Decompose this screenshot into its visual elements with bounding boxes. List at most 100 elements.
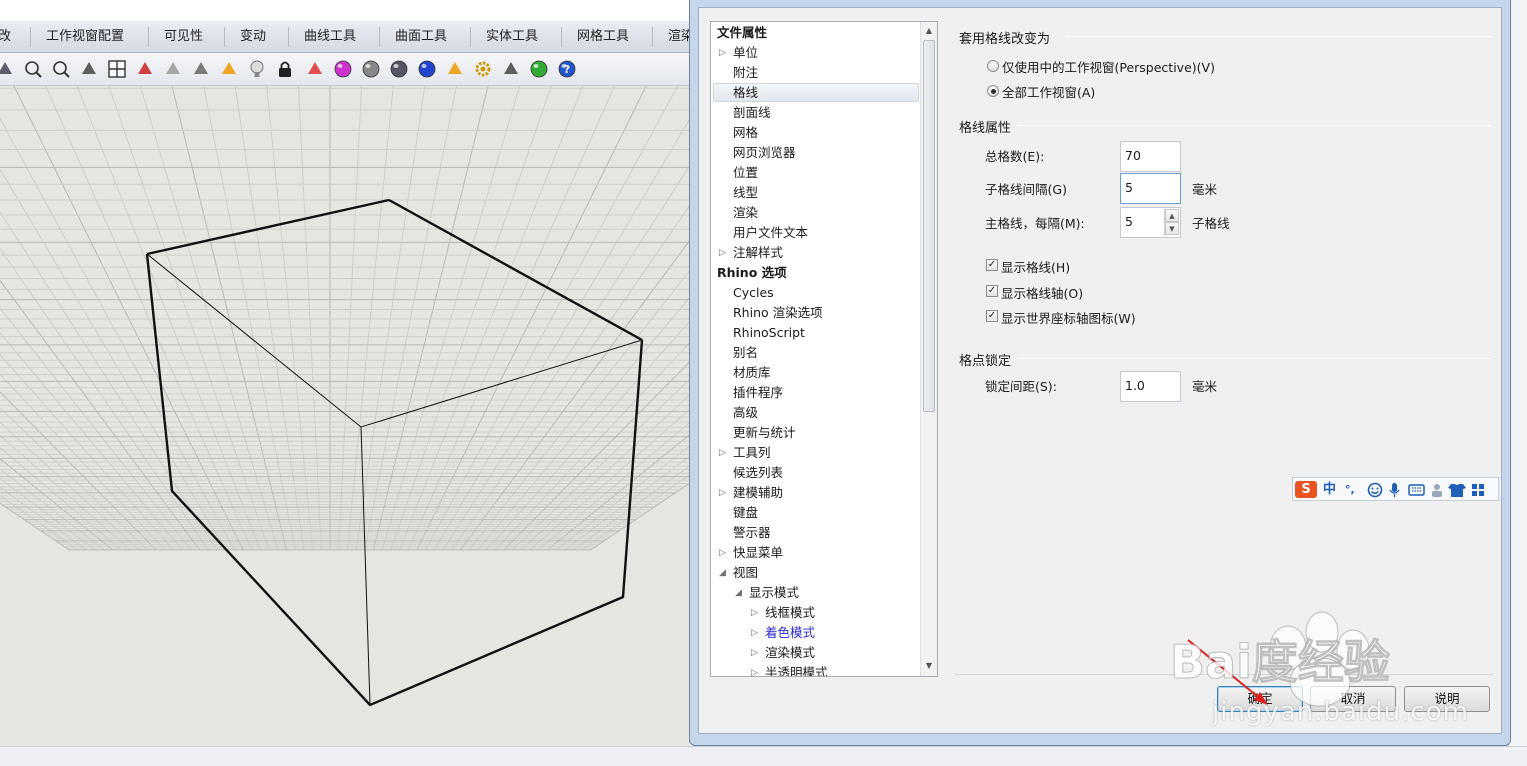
undo-view-icon[interactable] xyxy=(78,58,100,80)
tree-item[interactable]: 注解样式 xyxy=(733,243,783,263)
rotate-view-icon[interactable] xyxy=(0,58,16,80)
eraser-icon[interactable] xyxy=(162,58,184,80)
sparkle-icon[interactable] xyxy=(218,58,240,80)
tree-item[interactable]: 渲染模式 xyxy=(765,643,815,663)
tree-item[interactable]: 文件属性 xyxy=(717,23,767,43)
help-icon[interactable]: ? xyxy=(556,58,578,80)
tree-collapsed-icon[interactable]: ▷ xyxy=(719,243,726,263)
tree-item[interactable]: 插件程序 xyxy=(733,383,783,403)
tree-item[interactable]: 网页浏览器 xyxy=(733,143,796,163)
tree-item[interactable]: 线型 xyxy=(733,183,758,203)
grasshopper-icon[interactable] xyxy=(528,58,550,80)
tree-item[interactable]: Rhino 渲染选项 xyxy=(733,303,823,323)
minor-spacing-input[interactable]: 5 xyxy=(1120,173,1181,204)
tree-item[interactable]: 材质库 xyxy=(733,363,771,383)
tree-item[interactable]: Cycles xyxy=(733,283,774,303)
perspective-viewport[interactable] xyxy=(0,86,690,746)
skin-shirt-icon[interactable] xyxy=(1448,484,1466,497)
viewport-layout-icon[interactable] xyxy=(106,58,128,80)
sphere-wire-icon[interactable] xyxy=(360,58,382,80)
ime-toolbar[interactable]: S 中 °, xyxy=(1292,477,1499,501)
tree-expanded-icon[interactable]: ◢ xyxy=(719,563,726,583)
tree-scrollbar[interactable]: ▲ ▼ xyxy=(920,22,937,676)
snap-spacing-input[interactable]: 1.0 xyxy=(1120,371,1181,402)
tree-item[interactable]: 线框模式 xyxy=(765,603,815,623)
sphere-shaded-icon[interactable] xyxy=(388,58,410,80)
ime-mode-indicator[interactable]: 中 xyxy=(1323,481,1336,498)
tree-collapsed-icon[interactable]: ▷ xyxy=(751,663,758,676)
ime-punct-indicator[interactable]: °, xyxy=(1345,481,1355,498)
ribbon-tab[interactable]: 可见性 xyxy=(160,21,207,53)
tree-item[interactable]: RhinoScript xyxy=(733,323,805,343)
tree-item[interactable]: 着色模式 xyxy=(765,623,815,643)
tree-item[interactable]: 格线 xyxy=(733,83,758,103)
ribbon-tab[interactable]: 改 xyxy=(0,21,15,53)
ribbon-tab[interactable]: 曲面工具 xyxy=(391,21,451,53)
tree-collapsed-icon[interactable]: ▷ xyxy=(751,603,758,623)
zoom-extents-icon[interactable] xyxy=(22,58,44,80)
microphone-icon[interactable] xyxy=(1389,483,1400,497)
tree-item[interactable]: 更新与统计 xyxy=(733,423,796,443)
zoom-window-icon[interactable] xyxy=(50,58,72,80)
tree-collapsed-icon[interactable]: ▷ xyxy=(751,623,758,643)
ribbon-tab[interactable]: 实体工具 xyxy=(482,21,542,53)
emoji-icon[interactable] xyxy=(1367,482,1383,498)
ribbon-tab[interactable]: 网格工具 xyxy=(573,21,633,53)
arrow-flag-icon[interactable] xyxy=(444,58,466,80)
material-icon[interactable] xyxy=(304,58,326,80)
tree-expanded-icon[interactable]: ◢ xyxy=(735,583,742,603)
gear-icon[interactable] xyxy=(472,58,494,80)
tree-item[interactable]: 警示器 xyxy=(733,523,771,543)
box-object[interactable] xyxy=(145,198,644,707)
tree-item[interactable]: 显示模式 xyxy=(749,583,799,603)
color-wheel-icon[interactable] xyxy=(332,58,354,80)
spin-up-icon[interactable]: ▲ xyxy=(1165,209,1179,222)
ribbon-tab[interactable]: 曲线工具 xyxy=(300,21,360,53)
tree-item[interactable]: 候选列表 xyxy=(733,463,783,483)
tree-item[interactable]: 用户文件文本 xyxy=(733,223,808,243)
tree-item[interactable]: 网格 xyxy=(733,123,758,143)
tree-collapsed-icon[interactable]: ▷ xyxy=(719,443,726,463)
total-grid-input[interactable]: 70 xyxy=(1120,141,1181,172)
tree-item[interactable]: 单位 xyxy=(733,43,758,63)
tree-collapsed-icon[interactable]: ▷ xyxy=(751,643,758,663)
dimension-icon[interactable] xyxy=(500,58,522,80)
keyboard-icon[interactable] xyxy=(1408,484,1425,496)
options-tree[interactable]: 文件属性 单位 ▷ 附注 格线 剖面线 网格 网页浏览器 位置 线型 渲染 用户文件文本 注解样式 ▷ Rh… xyxy=(710,21,938,677)
user-icon[interactable] xyxy=(1432,484,1442,497)
tree-collapsed-icon[interactable]: ▷ xyxy=(719,43,726,63)
scroll-up-icon[interactable]: ▲ xyxy=(921,23,937,39)
tree-item[interactable]: 剖面线 xyxy=(733,103,771,123)
lightbulb-icon[interactable] xyxy=(246,58,268,80)
tree-item[interactable]: 渲染 xyxy=(733,203,758,223)
show-world-axes-checkbox[interactable]: ✓ xyxy=(986,310,998,322)
tree-item[interactable]: 工具列 xyxy=(733,443,771,463)
tree-collapsed-icon[interactable]: ▷ xyxy=(719,543,726,563)
tree-item[interactable]: 附注 xyxy=(733,63,758,83)
major-every-spinner[interactable]: ▲ ▼ xyxy=(1164,209,1179,236)
show-grid-axes-checkbox[interactable]: ✓ xyxy=(986,285,998,297)
circle-tool-icon[interactable] xyxy=(190,58,212,80)
spin-down-icon[interactable]: ▼ xyxy=(1165,222,1179,235)
tree-collapsed-icon[interactable]: ▷ xyxy=(719,483,726,503)
menu-grid-icon[interactable] xyxy=(1472,484,1484,496)
scroll-down-icon[interactable]: ▼ xyxy=(921,658,937,674)
scroll-thumb[interactable] xyxy=(923,40,935,412)
lock-icon[interactable] xyxy=(274,58,296,80)
ribbon-tab[interactable]: 变动 xyxy=(236,21,270,53)
tree-item[interactable]: 键盘 xyxy=(733,503,758,523)
tree-item[interactable]: 高级 xyxy=(733,403,758,423)
radio-active-viewport[interactable] xyxy=(987,60,999,72)
radio-all-viewports[interactable] xyxy=(987,85,999,97)
tree-item[interactable]: 半透明模式 xyxy=(765,663,828,676)
tree-item[interactable]: Rhino 选项 xyxy=(717,263,787,283)
show-grid-checkbox[interactable]: ✓ xyxy=(986,259,998,271)
tree-item[interactable]: 位置 xyxy=(733,163,758,183)
sphere-render-icon[interactable] xyxy=(416,58,438,80)
car-render-icon[interactable] xyxy=(134,58,156,80)
tree-item[interactable]: 视图 xyxy=(733,563,758,583)
tree-item[interactable]: 别名 xyxy=(733,343,758,363)
sogou-logo-icon[interactable]: S xyxy=(1295,481,1317,498)
ribbon-tab[interactable]: 工作视窗配置 xyxy=(42,21,128,53)
tree-item[interactable]: 建模辅助 xyxy=(733,483,783,503)
